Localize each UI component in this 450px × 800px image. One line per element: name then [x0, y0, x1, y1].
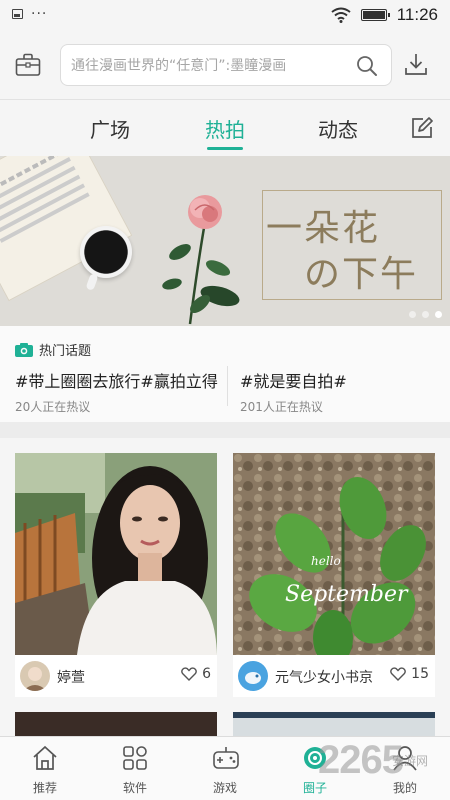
banner-carousel[interactable]: 一朵花 の下午	[0, 156, 450, 326]
banner-title-line2: の下午	[304, 254, 419, 295]
camera-icon	[15, 342, 33, 357]
banner-title: 一朵花 の下午	[266, 206, 446, 298]
selfie-photo	[15, 453, 217, 655]
like-count: 15	[411, 666, 429, 682]
battery-icon	[360, 9, 390, 21]
like-counter[interactable]: 15	[390, 666, 429, 682]
username[interactable]: 婷萱	[57, 667, 85, 687]
pager-dot[interactable]	[422, 311, 429, 318]
topic-discussion-count: 201人正在热议	[240, 400, 323, 414]
topic-name[interactable]: #就是要自拍#	[240, 368, 347, 392]
gamepad-icon	[213, 747, 239, 769]
photo-text-hello: hello	[311, 554, 341, 568]
topic-discussion-count: 20人正在热议	[15, 400, 91, 414]
like-counter[interactable]: 6	[181, 666, 211, 682]
post-card[interactable]: 婷萱 6	[15, 453, 217, 697]
home-icon	[33, 745, 57, 770]
hot-topics-header: 热门话题	[15, 340, 91, 359]
heart-icon[interactable]	[181, 667, 197, 681]
post-footer: 婷萱 6	[15, 655, 217, 697]
wifi-icon	[331, 7, 351, 23]
post-footer: 元气少女小书京 15	[233, 655, 435, 697]
avatar[interactable]	[20, 661, 50, 691]
topic-divider	[227, 366, 228, 406]
nav-recommend[interactable]: 推荐	[0, 737, 90, 800]
topic-item[interactable]: #就是要自拍# 201人正在热议	[240, 368, 347, 415]
post-photo[interactable]	[15, 453, 217, 655]
topic-name[interactable]: #带上圈圈去旅行#赢拍立得	[15, 368, 218, 392]
hot-topics-title: 热门话题	[39, 344, 92, 359]
clock: 11:26	[396, 5, 438, 24]
carousel-pager	[409, 311, 442, 318]
image-notification-icon	[12, 9, 23, 19]
post-photo[interactable]: hello September	[233, 453, 435, 655]
nav-label: 软件	[122, 781, 147, 795]
avatar[interactable]	[238, 661, 268, 691]
heart-icon[interactable]	[390, 667, 407, 681]
hot-topics-section: 热门话题 #带上圈圈去旅行#赢拍立得 20人正在热议 #就是要自拍# 201人正…	[0, 326, 450, 422]
nav-label: 游戏	[212, 781, 237, 795]
briefcase-icon[interactable]	[15, 53, 41, 77]
username[interactable]: 元气少女小书京	[275, 667, 373, 687]
active-tab-indicator	[207, 147, 243, 150]
banner-coffee-cup-image	[80, 226, 132, 278]
post-card[interactable]: hello September 元气少女小书京 15	[233, 453, 435, 697]
apps-icon	[123, 746, 147, 770]
status-bar: ··· 11:26	[0, 0, 450, 32]
nav-games[interactable]: 游戏	[180, 737, 270, 800]
topic-item[interactable]: #带上圈圈去旅行#赢拍立得 20人正在热议	[15, 368, 218, 415]
edit-icon[interactable]	[410, 116, 434, 140]
banner-title-line1: 一朵花	[266, 208, 381, 249]
nav-software[interactable]: 软件	[90, 737, 180, 800]
top-tabs: 广场 热拍 动态	[0, 100, 450, 156]
photo-text-september: September	[285, 582, 409, 607]
banner-rose-image	[162, 195, 240, 325]
search-header	[0, 32, 450, 100]
tab-updates[interactable]: 动态	[318, 114, 358, 143]
leaves-photo: hello September	[233, 453, 435, 655]
watermark-logo: 2265	[318, 738, 404, 782]
like-count: 6	[202, 666, 211, 682]
more-notifications-icon: ···	[31, 6, 48, 22]
watermark-sub: 安游网	[392, 754, 429, 768]
tab-square[interactable]: 广场	[90, 114, 130, 143]
download-icon[interactable]	[404, 52, 428, 76]
nav-label: 推荐	[32, 781, 57, 795]
search-input[interactable]	[71, 55, 341, 77]
photo-feed: 婷萱 6 hello September 元气少女小书京 15	[0, 438, 450, 742]
pager-dot-active[interactable]	[435, 311, 442, 318]
search-icon[interactable]	[356, 55, 378, 77]
pager-dot[interactable]	[409, 311, 416, 318]
search-box[interactable]	[60, 44, 392, 86]
tab-hot-photos[interactable]: 热拍	[205, 114, 245, 143]
